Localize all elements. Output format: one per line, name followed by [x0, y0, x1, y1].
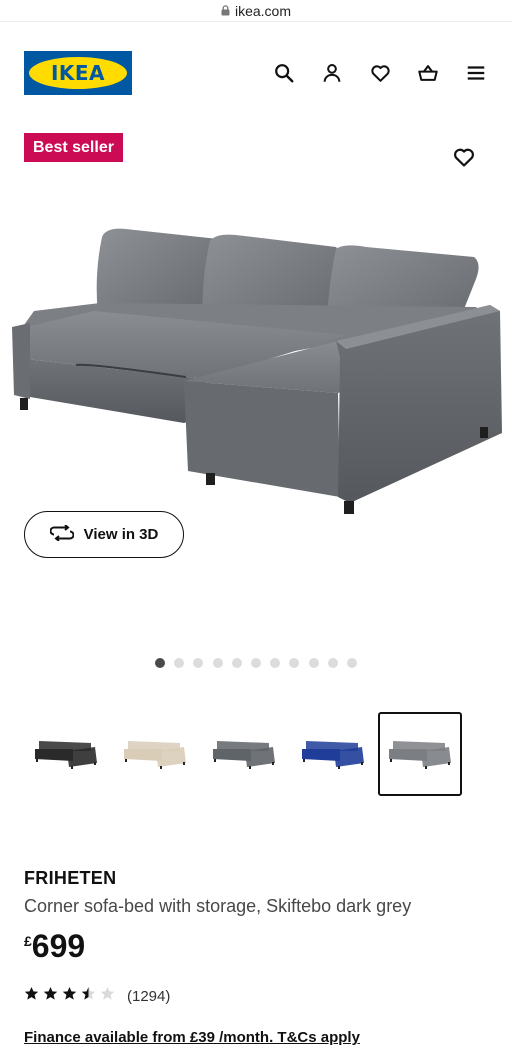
color-variant-dark-grey[interactable] — [378, 712, 462, 796]
gallery-dot[interactable] — [193, 658, 204, 668]
view-in-3d-button[interactable]: View in 3D — [24, 511, 184, 558]
finance-link[interactable]: Finance available from £39 /month. T&Cs … — [24, 1029, 360, 1046]
best-seller-badge: Best seller — [24, 133, 123, 162]
rating-row[interactable]: (1294) — [24, 986, 170, 1006]
browser-url-bar[interactable]: ikea.com — [0, 0, 512, 22]
menu-icon[interactable] — [464, 61, 488, 85]
ikea-logo[interactable]: IKEA — [24, 51, 132, 95]
gallery-dot[interactable] — [212, 658, 223, 668]
color-variant-thumbnails — [24, 712, 464, 796]
rating-stars — [24, 986, 115, 1006]
star-icon — [43, 986, 58, 1006]
product-image[interactable] — [6, 215, 506, 525]
gallery-dot[interactable] — [174, 658, 185, 668]
gallery-pagination-dots — [155, 658, 357, 668]
gallery-dot[interactable] — [231, 658, 242, 668]
color-variant-grey[interactable] — [202, 712, 286, 796]
view-in-3d-label: View in 3D — [83, 526, 159, 543]
gallery-dot[interactable] — [155, 658, 165, 668]
gallery-dot[interactable] — [308, 658, 319, 668]
gallery-dot[interactable] — [250, 658, 261, 668]
review-count[interactable]: (1294) — [127, 988, 170, 1005]
star-icon — [62, 986, 77, 1006]
star-icon — [100, 986, 115, 1006]
account-icon[interactable] — [320, 61, 344, 85]
logo-oval: IKEA — [29, 57, 127, 89]
gallery-dot[interactable] — [289, 658, 300, 668]
heart-icon[interactable] — [368, 61, 392, 85]
color-variant-blue[interactable] — [291, 712, 375, 796]
star-icon — [81, 986, 96, 1006]
gallery-dot[interactable] — [327, 658, 338, 668]
rotate-3d-icon — [49, 523, 75, 545]
star-icon — [24, 986, 39, 1006]
product-name: FRIHETEN — [24, 868, 117, 888]
product-description: Corner sofa-bed with storage, Skiftebo d… — [24, 896, 412, 916]
url-text: ikea.com — [234, 2, 292, 19]
price-currency: £ — [24, 933, 32, 949]
price-amount: 699 — [31, 928, 86, 964]
logo-text: IKEA — [50, 61, 106, 85]
basket-icon[interactable] — [416, 61, 440, 85]
color-variant-black[interactable] — [24, 712, 108, 796]
gallery-dot[interactable] — [270, 658, 281, 668]
lock-icon — [221, 5, 230, 16]
add-to-favourites-heart-icon[interactable] — [452, 145, 476, 169]
search-icon[interactable] — [272, 61, 296, 85]
product-price: £ 699 — [24, 928, 85, 964]
site-header: IKEA — [0, 40, 512, 106]
gallery-dot[interactable] — [346, 658, 357, 668]
color-variant-beige[interactable] — [113, 712, 197, 796]
